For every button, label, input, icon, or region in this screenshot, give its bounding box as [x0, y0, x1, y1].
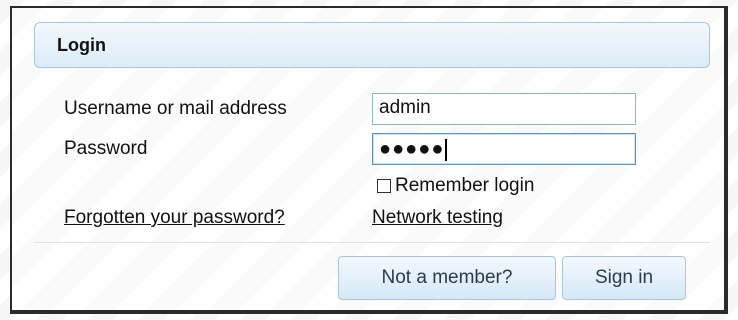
password-label: Password — [64, 138, 148, 159]
remember-login-label: Remember login — [395, 175, 535, 196]
username-value: admin — [379, 97, 431, 118]
sign-in-label: Sign in — [594, 267, 654, 288]
not-a-member-button[interactable]: Not a member? — [338, 256, 556, 300]
page: Login Username or mail address admin Pas… — [0, 0, 738, 320]
sign-in-button[interactable]: Sign in — [562, 256, 686, 300]
network-testing-link[interactable]: Network testing — [372, 207, 503, 229]
username-field[interactable]: admin — [372, 93, 636, 125]
remember-login-row[interactable]: Remember login — [377, 175, 534, 197]
password-field[interactable]: ●●●●● — [372, 133, 636, 165]
password-masked-value: ●●●●● — [379, 138, 445, 160]
divider — [34, 242, 710, 243]
text-caret — [445, 138, 448, 161]
dialog-header: Login — [34, 22, 710, 68]
not-a-member-label: Not a member? — [381, 267, 513, 288]
username-label: Username or mail address — [64, 98, 287, 119]
login-dialog: Login Username or mail address admin Pas… — [20, 20, 720, 305]
forgot-password-link[interactable]: Forgotten your password? — [64, 207, 285, 229]
remember-login-checkbox[interactable] — [377, 179, 391, 193]
dialog-title: Login — [57, 35, 106, 55]
